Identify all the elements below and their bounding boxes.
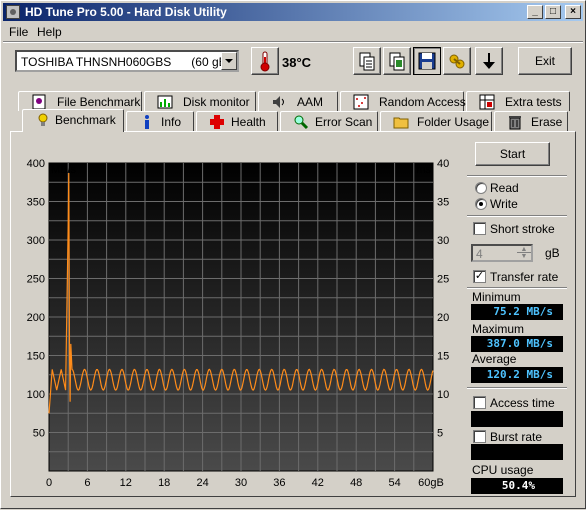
average-label: Average <box>472 352 517 366</box>
x-tick-label: 54 <box>388 477 400 489</box>
y-right-tick-label: 30 <box>437 235 449 247</box>
y-left-tick-label: 250 <box>27 274 45 286</box>
y-right-tick-label: 40 <box>437 158 449 170</box>
y-right-unit-label: ms <box>416 164 431 176</box>
x-tick-label: 18 <box>158 477 170 489</box>
short-stroke-value: 4 <box>476 247 483 261</box>
x-tick-label: 12 <box>120 477 132 489</box>
transfer-rate-label[interactable]: Transfer rate <box>490 270 558 284</box>
maximum-label: Maximum <box>472 322 525 336</box>
short-stroke-unit: gB <box>545 246 560 260</box>
x-tick-label: 60gB <box>418 477 444 489</box>
start-button[interactable]: Start <box>475 142 550 166</box>
x-tick-label: 0 <box>46 477 52 489</box>
y-left-tick-label: 100 <box>27 389 45 401</box>
x-tick-label: 42 <box>312 477 324 489</box>
x-tick-label: 30 <box>235 477 247 489</box>
write-label[interactable]: Write <box>490 197 518 211</box>
spin-up-icon[interactable]: ▲ <box>517 246 531 253</box>
y-right-tick-label: 15 <box>437 351 449 363</box>
x-tick-label: 6 <box>84 477 90 489</box>
short-stroke-spinner[interactable]: 4 ▲ ▼ <box>471 244 533 262</box>
burst-rate-checkbox[interactable] <box>473 430 486 443</box>
access-time-value <box>471 411 563 427</box>
y-left-tick-label: 200 <box>27 312 45 324</box>
hdtune-window: HD Tune Pro 5.00 - Hard Disk Utility _ □… <box>0 0 586 509</box>
read-radio[interactable] <box>475 182 487 194</box>
y-left-tick-label: 350 <box>27 197 45 209</box>
short-stroke-label[interactable]: Short stroke <box>490 222 555 236</box>
maximum-value: 387.0 MB/s <box>471 336 563 352</box>
write-radio[interactable] <box>475 198 487 210</box>
cpu-usage-value: 50.4% <box>471 478 563 494</box>
tab-benchmark[interactable]: Benchmark <box>22 109 124 132</box>
minimum-value: 75.2 MB/s <box>471 304 563 320</box>
y-right-tick-label: 20 <box>437 312 449 324</box>
y-right-tick-label: 10 <box>437 389 449 401</box>
average-value: 120.2 MB/s <box>471 367 563 383</box>
y-left-tick-label: 150 <box>27 351 45 363</box>
lightbulb-icon <box>38 113 48 126</box>
y-left-tick-label: 300 <box>27 235 45 247</box>
minimum-label: Minimum <box>472 290 521 304</box>
transfer-rate-checkbox[interactable]: ✓ <box>473 270 486 283</box>
x-tick-label: 24 <box>196 477 208 489</box>
sidebar-separator <box>467 287 567 289</box>
y-right-tick-label: 35 <box>437 197 449 209</box>
y-left-tick-label: 400 <box>27 158 45 170</box>
access-time-checkbox[interactable] <box>473 396 486 409</box>
x-tick-label: 36 <box>273 477 285 489</box>
burst-rate-value <box>471 444 563 460</box>
sidebar-separator <box>467 215 567 217</box>
y-left-tick-label: 50 <box>33 428 45 440</box>
sidebar-separator <box>467 175 567 177</box>
cpu-usage-label: CPU usage <box>472 463 534 477</box>
sidebar-separator <box>467 387 567 389</box>
y-right-tick-label: 25 <box>437 274 449 286</box>
tab-label: Benchmark <box>55 113 116 127</box>
access-time-label[interactable]: Access time <box>490 396 555 410</box>
read-label[interactable]: Read <box>490 181 519 195</box>
y-left-unit-label: MB/s <box>51 164 77 176</box>
spin-down-icon[interactable]: ▼ <box>517 253 531 260</box>
y-right-tick-label: 5 <box>437 428 443 440</box>
burst-rate-label[interactable]: Burst rate <box>490 430 542 444</box>
short-stroke-checkbox[interactable] <box>473 222 486 235</box>
x-tick-label: 48 <box>350 477 362 489</box>
